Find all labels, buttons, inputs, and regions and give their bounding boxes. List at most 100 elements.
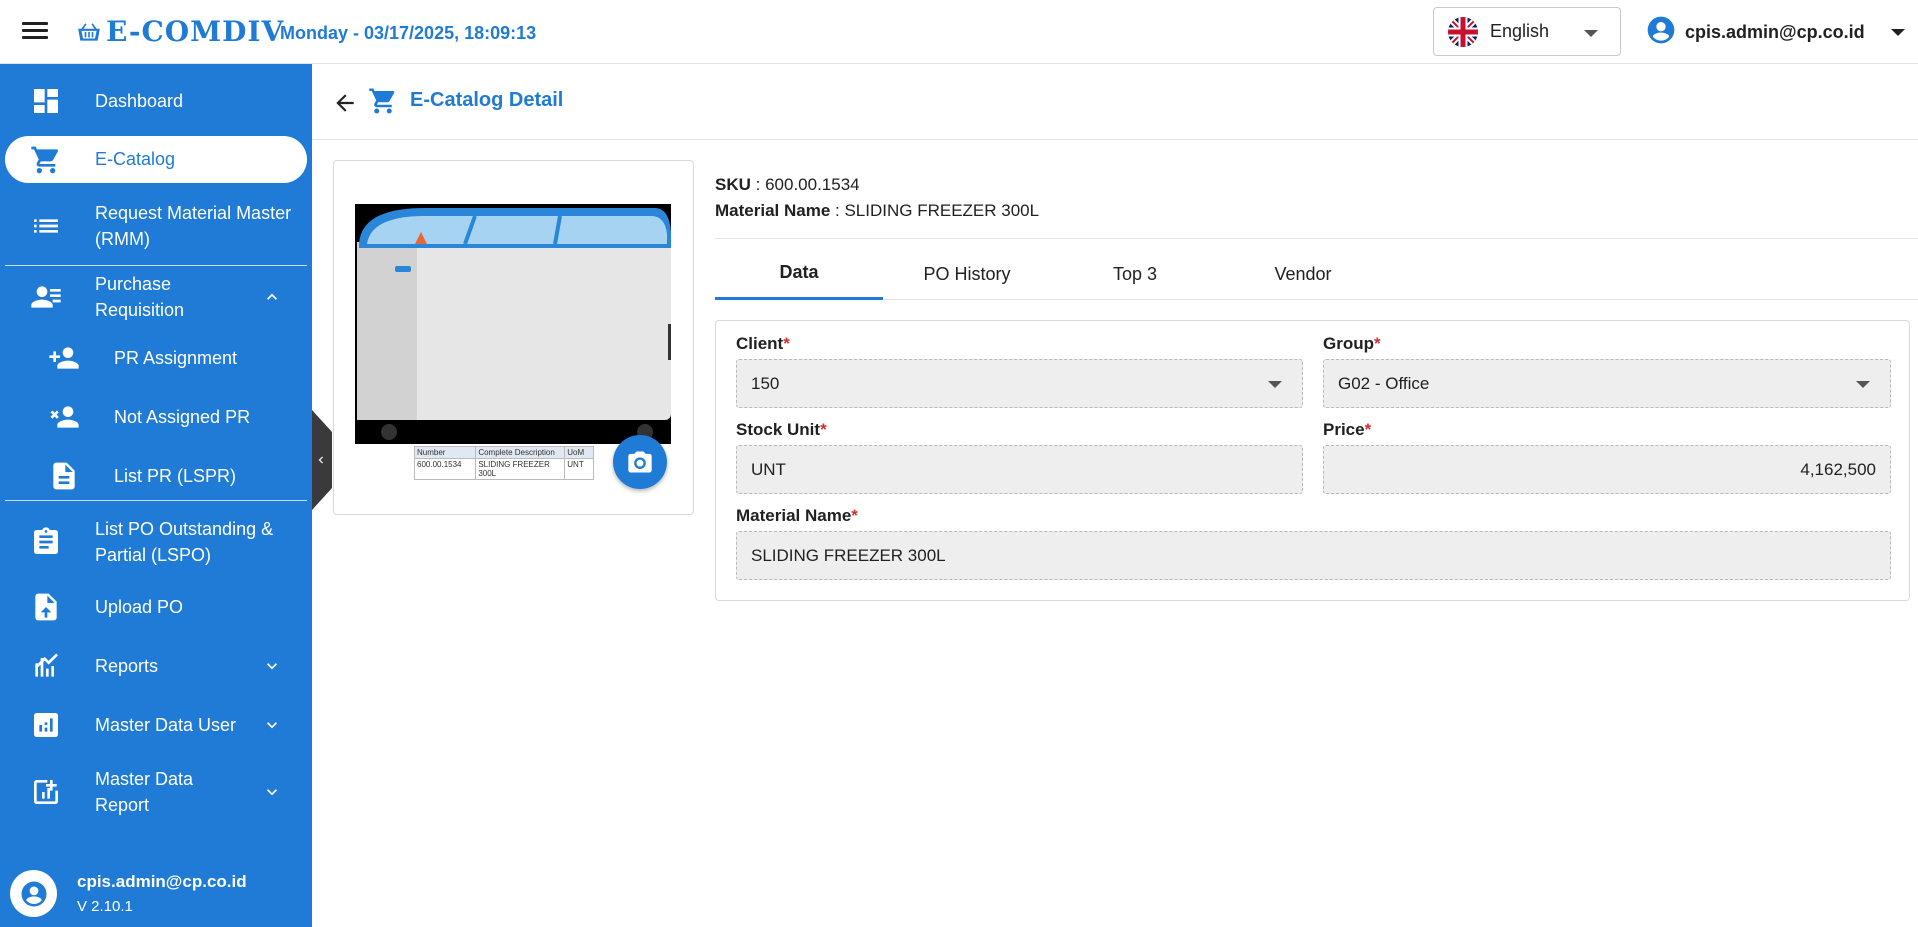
sidebar-collapse-toggle[interactable] [312, 410, 332, 510]
back-button[interactable] [332, 90, 358, 116]
sidebar-item-purchase-requisition[interactable]: Purchase Requisition [0, 267, 312, 327]
sidebar-item-reports[interactable]: Reports [0, 649, 312, 683]
sidebar: Dashboard E-Catalog Request Material Mas… [0, 64, 312, 927]
material-name-label: Material Name* [736, 506, 858, 525]
sidebar-item-master-data-user[interactable]: Master Data User [0, 708, 312, 742]
price-field[interactable]: 4,162,500 [1323, 445, 1891, 494]
user-menu[interactable]: cpis.admin@cp.co.id [1645, 14, 1905, 51]
sidebar-item-label: Dashboard [95, 91, 184, 111]
tab-top-3[interactable]: Top 3 [1051, 248, 1219, 300]
file-icon [48, 460, 80, 492]
top-bar: E-COMDIV Monday - 03/17/2025, 18:09:13 E… [0, 0, 1918, 64]
page-title: E-Catalog Detail [410, 89, 564, 111]
client-label: Client* [736, 334, 790, 353]
chart-icon [30, 650, 62, 682]
sidebar-item-master-data-report[interactable]: Master Data Report [0, 764, 312, 820]
sidebar-item-label: Purchase Requisition [95, 274, 185, 320]
sku-value: 600.00.1534 [765, 175, 860, 194]
group-select[interactable]: G02 - Office [1323, 359, 1891, 408]
tab-data[interactable]: Data [715, 248, 883, 300]
material-name-field[interactable]: SLIDING FREEZER 300L [736, 531, 1891, 580]
sidebar-user[interactable]: cpis.admin@cp.co.id V 2.10.1 [10, 870, 247, 917]
sidebar-item-lspo[interactable]: List PO Outstanding & Partial (LSPO) [0, 514, 312, 570]
stock-unit-field[interactable]: UNT [736, 445, 1303, 494]
account-circle-icon [1645, 14, 1677, 51]
sku-label: SKU [715, 175, 751, 194]
sidebar-item-label: Request Material Master (RMM) [95, 203, 292, 249]
uk-flag-icon [1448, 16, 1478, 47]
divider [5, 265, 307, 266]
chevron-down-icon [1856, 381, 1870, 388]
sidebar-user-email: cpis.admin@cp.co.id [77, 872, 247, 891]
dashboard-icon [30, 85, 62, 117]
tab-po-history[interactable]: PO History [883, 248, 1051, 300]
data-form: Client* 150 Group* G02 - Office Stock Un… [715, 320, 1910, 601]
analytics-icon [30, 709, 62, 741]
chevron-down-icon [262, 656, 282, 676]
image-table-cell: UNT [567, 460, 584, 469]
language-label: English [1490, 21, 1550, 41]
product-image-card: Number Complete Description UoM 600.00.1… [333, 160, 694, 515]
file-upload-icon [30, 591, 62, 623]
sidebar-item-ecatalog[interactable]: E-Catalog [5, 136, 307, 183]
sidebar-item-label: Reports [95, 656, 159, 676]
sidebar-item-rmm[interactable]: Request Material Master (RMM) [0, 198, 312, 254]
chevron-down-icon [1890, 29, 1905, 36]
sidebar-item-label: Master Data Report [95, 769, 194, 815]
person-list-icon [30, 281, 62, 313]
avatar [10, 870, 57, 917]
sidebar-item-lspr[interactable]: List PR (LSPR) [0, 460, 312, 492]
change-image-button[interactable] [613, 435, 667, 489]
image-material-table: Number Complete Description UoM 600.00.1… [414, 446, 594, 480]
chevron-down-icon [262, 782, 282, 802]
sidebar-item-pr-assignment[interactable]: PR Assignment [0, 342, 312, 374]
sidebar-item-label: Master Data User [95, 715, 237, 735]
stock-unit-value: UNT [751, 459, 786, 479]
tab-vendor[interactable]: Vendor [1219, 248, 1387, 300]
language-select[interactable]: English [1433, 7, 1621, 56]
image-table-cell: 600.00.1534 [415, 459, 477, 479]
price-label: Price* [1323, 420, 1372, 439]
material-name-line: Material Name : SLIDING FREEZER 300L [715, 201, 1040, 220]
detail-tabs: Data PO History Top 3 Vendor [715, 248, 1918, 300]
material-name-value: SLIDING FREEZER 300L [844, 201, 1040, 220]
sidebar-item-dashboard[interactable]: Dashboard [0, 84, 312, 118]
chevron-down-icon [262, 715, 282, 735]
image-table-cell: SLIDING FREEZER 300L [476, 459, 566, 479]
sidebar-item-label: PR Assignment [114, 348, 238, 368]
divider [5, 500, 307, 501]
chevron-down-icon [1584, 30, 1598, 37]
user-email: cpis.admin@cp.co.id [1685, 22, 1865, 42]
app-version: V 2.10.1 [77, 898, 133, 915]
chevron-left-icon [318, 456, 323, 464]
cart-icon [368, 86, 398, 116]
chevron-up-icon [262, 287, 282, 307]
product-info: SKU : 600.00.1534 Material Name : SLIDIN… [715, 172, 1039, 224]
material-name-label: Material Name [715, 201, 831, 220]
clipboard-icon [30, 526, 62, 558]
group-label: Group* [1323, 334, 1381, 353]
brand-logo[interactable]: E-COMDIV [76, 16, 284, 48]
current-datetime: Monday - 03/17/2025, 18:09:13 [280, 23, 537, 43]
arrow-back-icon [336, 94, 354, 112]
product-image [355, 204, 671, 444]
group-value: G02 - Office [1338, 373, 1430, 393]
sidebar-item-upload-po[interactable]: Upload PO [0, 590, 312, 624]
client-select[interactable]: 150 [736, 359, 1303, 408]
cart-icon [30, 144, 62, 176]
sidebar-item-not-assigned-pr[interactable]: Not Assigned PR [0, 401, 312, 433]
person-add-icon [48, 342, 80, 374]
client-value: 150 [751, 373, 780, 393]
image-table-header: Complete Description [476, 447, 566, 458]
material-name-value: SLIDING FREEZER 300L [751, 545, 946, 565]
image-table-header: Number [415, 447, 477, 458]
image-table-header: UoM [567, 448, 585, 457]
divider [715, 238, 1918, 239]
chevron-down-icon [1268, 381, 1282, 388]
basket-icon [78, 23, 100, 41]
account-circle-icon [21, 881, 46, 906]
sku-line: SKU : 600.00.1534 [715, 175, 860, 194]
menu-icon[interactable] [20, 18, 50, 44]
sidebar-item-label: Not Assigned PR [114, 407, 251, 427]
stock-unit-label: Stock Unit* [736, 420, 827, 439]
